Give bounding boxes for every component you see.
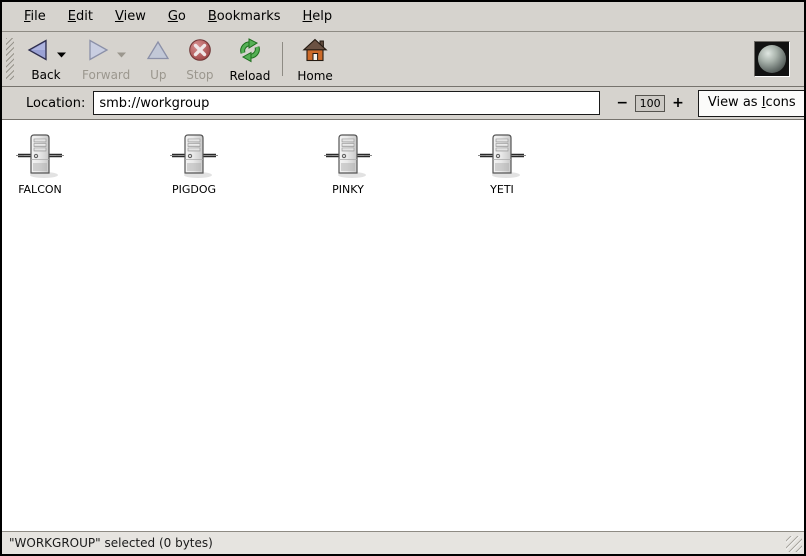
stop-icon — [188, 38, 212, 66]
zoom-level-indicator[interactable]: 100 — [635, 95, 665, 112]
toolbar-separator — [282, 42, 283, 76]
forward-arrow-icon — [86, 38, 110, 66]
toolbar: Back Forward — [2, 32, 804, 87]
home-button[interactable]: Home — [289, 34, 340, 84]
menu-bar: File Edit View Go Bookmarks Help — [2, 2, 804, 32]
forward-button[interactable]: Forward — [74, 34, 138, 84]
location-bar: Location: − 100 + View as Icons — [2, 87, 804, 120]
zoom-in-button[interactable]: + — [672, 96, 684, 110]
network-server-icon — [324, 133, 372, 180]
home-label: Home — [297, 69, 332, 83]
throbber-area — [754, 34, 798, 84]
network-server-icon — [16, 133, 64, 180]
network-server-icon — [478, 133, 526, 180]
up-arrow-icon — [146, 38, 170, 66]
up-button[interactable]: Up — [138, 34, 178, 84]
back-dropdown-icon[interactable] — [57, 43, 66, 62]
forward-dropdown-icon[interactable] — [117, 43, 126, 62]
server-item-falcon[interactable]: FALCON — [2, 133, 78, 196]
server-label: PINKY — [332, 183, 364, 196]
stop-label: Stop — [186, 68, 213, 82]
server-item-pigdog[interactable]: PIGDOG — [156, 133, 232, 196]
resize-grip[interactable] — [786, 536, 802, 552]
menu-file[interactable]: File — [13, 5, 57, 28]
stop-button[interactable]: Stop — [178, 34, 221, 84]
status-bar: "WORKGROUP" selected (0 bytes) — [2, 531, 804, 554]
forward-label: Forward — [82, 68, 130, 82]
back-arrow-icon — [26, 38, 50, 66]
menu-edit[interactable]: Edit — [57, 5, 104, 28]
up-label: Up — [150, 68, 166, 82]
server-label: YETI — [490, 183, 514, 196]
location-input[interactable] — [93, 91, 600, 115]
server-label: FALCON — [18, 183, 62, 196]
server-item-yeti[interactable]: YETI — [464, 133, 540, 196]
view-as-label: View as Icons — [699, 91, 805, 116]
menu-help[interactable]: Help — [292, 5, 344, 28]
reload-label: Reload — [230, 69, 271, 83]
server-label: PIGDOG — [172, 183, 216, 196]
file-manager-window: File Edit View Go Bookmarks Help Back — [0, 0, 806, 556]
home-icon — [302, 38, 328, 67]
zoom-out-button[interactable]: − — [616, 96, 628, 110]
server-item-pinky[interactable]: PINKY — [310, 133, 386, 196]
throbber-sphere — [758, 45, 786, 73]
zoom-controls: − 100 + — [616, 95, 683, 112]
toolbar-grip[interactable] — [6, 38, 14, 80]
reload-button[interactable]: Reload — [222, 34, 279, 84]
back-label: Back — [31, 68, 60, 82]
globe-throbber-icon[interactable] — [754, 41, 790, 77]
network-server-icon — [170, 133, 218, 180]
status-text: "WORKGROUP" selected (0 bytes) — [9, 536, 213, 550]
back-button[interactable]: Back — [18, 34, 74, 84]
location-label: Location: — [26, 96, 85, 111]
icon-view[interactable]: FALCON PIGDOG PINKY YETI — [2, 120, 804, 531]
menu-go[interactable]: Go — [157, 5, 197, 28]
menu-bookmarks[interactable]: Bookmarks — [197, 5, 292, 28]
reload-icon — [237, 38, 263, 67]
view-as-dropdown[interactable]: View as Icons — [698, 90, 806, 117]
menu-view[interactable]: View — [104, 5, 157, 28]
